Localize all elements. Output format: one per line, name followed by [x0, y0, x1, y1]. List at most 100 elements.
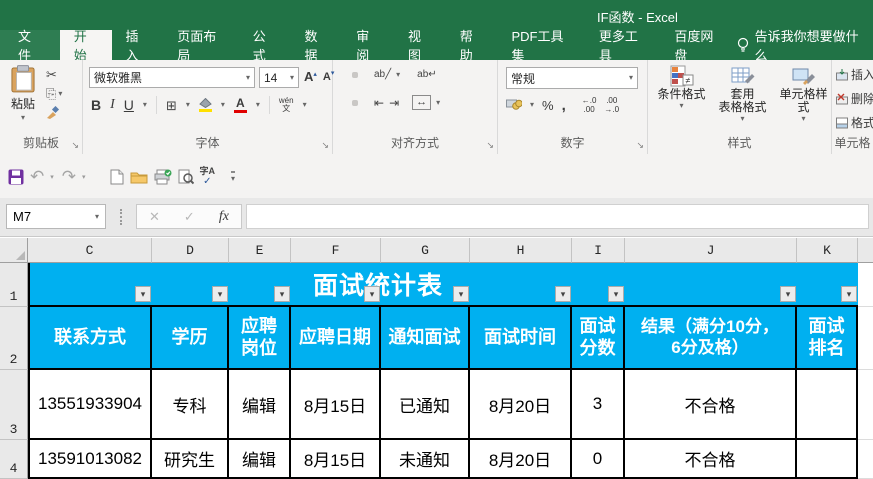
cell-l3[interactable]	[858, 370, 873, 440]
cut-button[interactable]: ✂	[46, 68, 57, 81]
save-button[interactable]	[8, 169, 24, 185]
merge-center-button[interactable]: ↔	[412, 95, 432, 110]
redo-dropdown-icon[interactable]: ▾	[82, 173, 86, 181]
tab-data[interactable]: 数据	[291, 29, 343, 63]
wrap-text-button[interactable]: ab↵	[417, 69, 437, 80]
column-header-partial[interactable]	[858, 238, 873, 263]
paste-dropdown-icon[interactable]: ▾	[21, 114, 25, 122]
phonetic-guide-button[interactable]: wén 文	[279, 96, 294, 114]
cell-g3[interactable]: 已通知	[381, 370, 470, 440]
phonetic-dropdown-icon[interactable]: ▾	[303, 101, 307, 109]
increase-decimal-button[interactable]: ←.0 .00	[582, 96, 597, 114]
filter-button-c[interactable]: ▾	[135, 286, 151, 302]
undo-dropdown-icon[interactable]: ▾	[50, 173, 54, 181]
cell-d3[interactable]: 专科	[152, 370, 229, 440]
tab-file[interactable]: 文件	[0, 29, 60, 63]
cancel-icon[interactable]: ✕	[149, 209, 160, 225]
header-cell-education[interactable]: 学历	[152, 307, 229, 370]
redo-button[interactable]: ↷	[62, 168, 76, 185]
increase-indent-button[interactable]: ⇥	[389, 96, 399, 110]
filter-button-g[interactable]: ▾	[453, 286, 469, 302]
column-header-e[interactable]: E	[229, 238, 291, 263]
tab-review[interactable]: 审阅	[342, 29, 394, 63]
insert-cells-button[interactable]: 插入	[836, 66, 873, 83]
name-box-dropdown-icon[interactable]: ▾	[95, 212, 99, 221]
header-cell-position[interactable]: 应聘 岗位	[229, 307, 291, 370]
clipboard-dialog-launcher[interactable]: ↘	[71, 141, 79, 150]
column-header-h[interactable]: H	[470, 238, 572, 263]
fill-color-button[interactable]	[198, 98, 212, 112]
customize-qat-button[interactable]: ▾	[231, 170, 236, 183]
orientation-button[interactable]: ab╱	[374, 69, 391, 80]
tab-formulas[interactable]: 公式	[239, 29, 291, 63]
number-dialog-launcher[interactable]: ↘	[636, 141, 644, 150]
font-dialog-launcher[interactable]: ↘	[321, 141, 329, 150]
copy-button[interactable]: ⎘ ▾	[46, 87, 62, 100]
decrease-indent-button[interactable]: ⇤	[374, 96, 384, 110]
tell-me-box[interactable]: 告诉我你想要做什么	[736, 29, 873, 63]
cell-g4[interactable]: 未通知	[381, 440, 470, 479]
cell-c4[interactable]: 13591013082	[28, 440, 152, 479]
filter-button-j[interactable]: ▾	[780, 286, 796, 302]
cell-styles-button[interactable]: 单元格样式 ▾	[776, 65, 831, 123]
header-cell-result[interactable]: 结果（满分10分， 6分及格）	[625, 307, 797, 370]
cell-f3[interactable]: 8月15日	[291, 370, 381, 440]
format-cells-button[interactable]: 格式	[836, 114, 873, 131]
tab-page-layout[interactable]: 页面布局	[163, 29, 239, 63]
cell-h3[interactable]: 8月20日	[470, 370, 572, 440]
cell-h4[interactable]: 8月20日	[470, 440, 572, 479]
merge-dropdown-icon[interactable]: ▾	[436, 98, 440, 107]
row-header-3[interactable]: 3	[0, 370, 28, 440]
align-middle-button[interactable]	[352, 71, 358, 78]
align-center-button[interactable]	[352, 99, 358, 106]
filter-button-d[interactable]: ▾	[212, 286, 228, 302]
cell-l2[interactable]	[858, 307, 873, 370]
column-header-g[interactable]: G	[381, 238, 470, 263]
cell-j4[interactable]: 不合格	[625, 440, 797, 479]
align-top-button[interactable]	[341, 72, 347, 78]
bold-button[interactable]: B	[91, 97, 101, 113]
enter-icon[interactable]: ✓	[184, 209, 195, 225]
cell-k3[interactable]	[797, 370, 858, 440]
cell-j3[interactable]: 不合格	[625, 370, 797, 440]
tab-help[interactable]: 帮助	[446, 29, 498, 63]
header-cell-rank[interactable]: 面试 排名	[797, 307, 858, 370]
percent-style-button[interactable]: %	[542, 98, 554, 113]
header-cell-notified[interactable]: 通知面试	[381, 307, 470, 370]
table-title-cell[interactable]: 面试统计表 ▾ ▾ ▾ ▾ ▾ ▾ ▾ ▾ ▾	[28, 263, 858, 307]
font-color-dropdown-icon[interactable]: ▾	[256, 101, 260, 109]
align-bottom-button[interactable]	[363, 72, 369, 78]
orientation-dropdown-icon[interactable]: ▾	[396, 70, 400, 79]
font-color-button[interactable]: A	[233, 97, 247, 113]
tab-pdf-tools[interactable]: PDF工具集	[498, 29, 585, 63]
filter-button-k[interactable]: ▾	[841, 286, 857, 302]
column-header-c[interactable]: C	[28, 238, 152, 263]
open-button[interactable]	[130, 170, 148, 184]
header-cell-score[interactable]: 面试 分数	[572, 307, 625, 370]
header-cell-interview-time[interactable]: 面试时间	[470, 307, 572, 370]
header-cell-contact[interactable]: 联系方式	[28, 307, 152, 370]
cell-l4[interactable]	[858, 440, 873, 479]
cell-d4[interactable]: 研究生	[152, 440, 229, 479]
cell-e3[interactable]: 编辑	[229, 370, 291, 440]
borders-dropdown-icon[interactable]: ▾	[186, 101, 190, 109]
filter-button-f[interactable]: ▾	[364, 286, 380, 302]
column-header-k[interactable]: K	[797, 238, 858, 263]
tab-view[interactable]: 视图	[394, 29, 446, 63]
undo-button[interactable]: ↶	[30, 168, 44, 185]
fill-dropdown-icon[interactable]: ▾	[221, 101, 225, 109]
decrease-decimal-button[interactable]: .00 →.0	[604, 96, 619, 114]
underline-button[interactable]: U	[124, 97, 134, 113]
print-preview-button[interactable]	[178, 169, 194, 185]
cell-e4[interactable]: 编辑	[229, 440, 291, 479]
new-document-button[interactable]	[110, 169, 124, 185]
filter-button-i[interactable]: ▾	[608, 286, 624, 302]
accounting-dropdown-icon[interactable]: ▾	[530, 101, 534, 109]
number-format-combo[interactable]: 常规 ▾	[506, 67, 638, 89]
cell-k4[interactable]	[797, 440, 858, 479]
header-cell-apply-date[interactable]: 应聘日期	[291, 307, 381, 370]
spelling-button[interactable]: 字A ✓	[200, 166, 216, 187]
cell-l1[interactable]	[858, 263, 873, 307]
delete-cells-button[interactable]: 删除	[836, 90, 873, 107]
column-header-f[interactable]: F	[291, 238, 381, 263]
